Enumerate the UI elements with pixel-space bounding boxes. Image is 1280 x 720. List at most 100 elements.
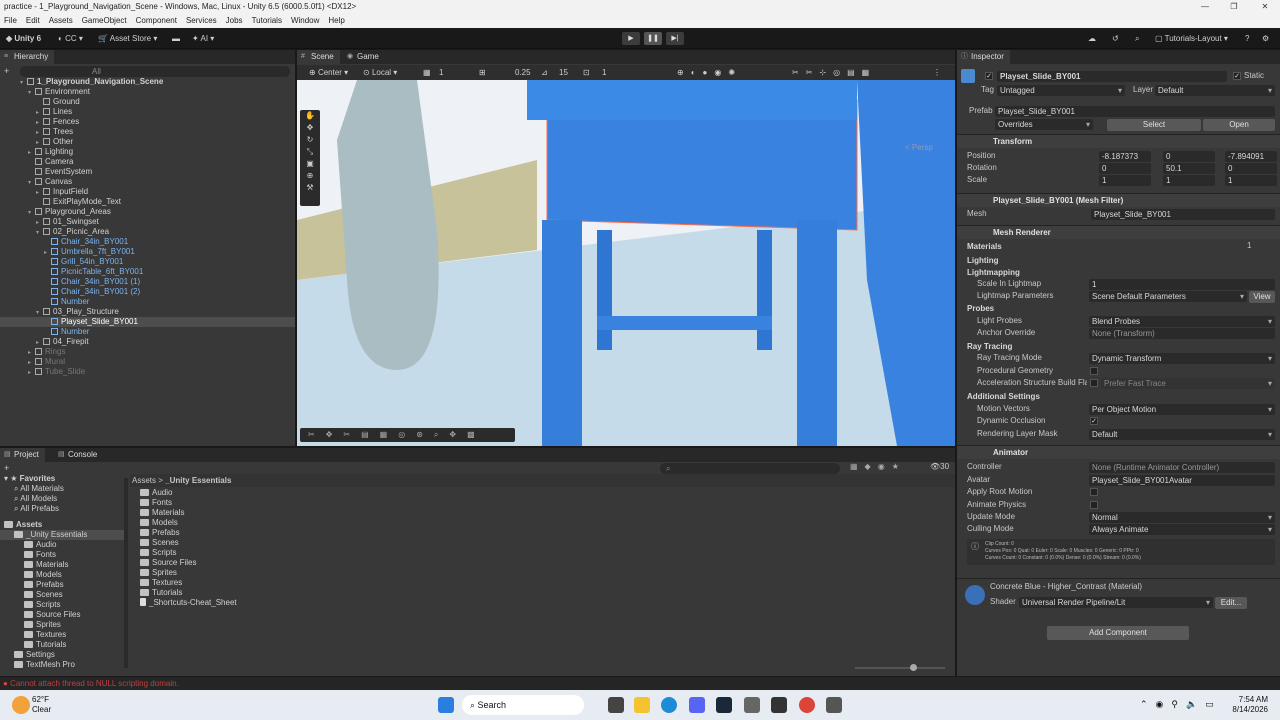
animator-header[interactable]: Animator (957, 445, 1280, 459)
snap-icon[interactable]: ⊞ (479, 66, 486, 79)
history-icon[interactable]: ↺ (1112, 32, 1119, 45)
hierarchy-row[interactable]: ▸ InputField (0, 187, 295, 197)
rotation-x[interactable]: 0 (1099, 163, 1151, 174)
raytracing-label[interactable]: Ray Tracing (967, 342, 1012, 351)
position-z[interactable]: -7.894091 (1225, 151, 1277, 162)
light-probes-dropdown[interactable]: Blend Probes (1089, 316, 1275, 327)
hierarchy-row[interactable]: ▾ Playground_Areas (0, 207, 295, 217)
project-tree-item[interactable]: Fonts (0, 550, 124, 560)
static-checkbox[interactable]: ✓ (1233, 72, 1241, 80)
accel-checkbox[interactable] (1090, 379, 1098, 387)
hierarchy-row[interactable]: Grill_54in_BY001 (0, 257, 295, 267)
hierarchy-row[interactable]: ▸ Fences (0, 117, 295, 127)
tray-icons[interactable]: ⌃◉⚲🔈▭ (1140, 699, 1222, 710)
angle-snap-icon[interactable]: ⊿ (541, 66, 548, 79)
hierarchy-row[interactable]: Chair_34in_BY001 (2) (0, 287, 295, 297)
select-button[interactable]: Select (1107, 119, 1201, 131)
hierarchy-row[interactable]: ▸ Mural (0, 357, 295, 367)
persp-label[interactable]: < Persp (905, 143, 933, 152)
additional-settings-label[interactable]: Additional Settings (967, 392, 1040, 401)
pause-button[interactable]: ❚❚ (644, 32, 662, 45)
scale-snap-icon[interactable]: ⊡ (583, 66, 590, 79)
project-file-item[interactable]: Models (140, 518, 178, 528)
snap-value[interactable]: 0.25 (515, 66, 531, 79)
minimize-icon[interactable]: — (1190, 0, 1220, 14)
hierarchy-row[interactable]: Camera (0, 157, 295, 167)
zoom-slider[interactable] (855, 667, 945, 669)
space-dropdown[interactable]: ⊙ Local ▾ (363, 66, 397, 79)
project-search-input[interactable]: ⌕ (660, 463, 840, 474)
hierarchy-row[interactable]: Playset_Slide_BY001 (0, 317, 295, 327)
shader-dropdown[interactable]: Universal Render Pipeline/Lit (1019, 597, 1213, 608)
project-tree-item[interactable]: _Unity Essentials (0, 530, 124, 540)
expand-arrow-icon[interactable]: ▸ (28, 368, 35, 378)
dynamic-occlusion-checkbox[interactable]: ✓ (1090, 417, 1098, 425)
project-tree-item[interactable]: Assets (0, 520, 124, 530)
hierarchy-row[interactable]: Number (0, 297, 295, 307)
transform-header[interactable]: Transform (957, 134, 1280, 148)
active-checkbox[interactable]: ✓ (985, 72, 993, 80)
project-tree-item[interactable]: Materials (0, 560, 124, 570)
hierarchy-row[interactable]: ▸ Rings (0, 347, 295, 357)
project-tree-item[interactable]: Sprites (0, 620, 124, 630)
avatar-field[interactable]: Playset_Slide_BY001Avatar (1089, 475, 1275, 486)
grid-icon[interactable]: ▦ (423, 66, 431, 79)
tab-console[interactable]: ▤ Console (54, 448, 103, 462)
chrome-icon[interactable] (799, 697, 815, 713)
meshrenderer-header[interactable]: Mesh Renderer (957, 225, 1280, 239)
grid-size[interactable]: 1 (439, 66, 443, 79)
tab-project[interactable]: ▤ Project (0, 448, 45, 462)
proc-geo-checkbox[interactable] (1090, 367, 1098, 375)
create-icon[interactable]: + (4, 463, 9, 473)
culling-mode-dropdown[interactable]: Always Animate (1089, 524, 1275, 535)
tab-game[interactable]: ◉ Game (343, 50, 385, 64)
angle-value[interactable]: 15 (559, 66, 568, 79)
animate-physics-checkbox[interactable] (1090, 501, 1098, 509)
status-message[interactable]: Cannot attach thread to NULL scripting d… (10, 679, 179, 688)
view-button[interactable]: View (1249, 291, 1275, 303)
hierarchy-row[interactable]: Number (0, 327, 295, 337)
start-icon[interactable] (438, 697, 454, 713)
hierarchy-row[interactable]: ▸ Other (0, 137, 295, 147)
hierarchy-row[interactable]: Chair_34in_BY001 (0, 237, 295, 247)
anchor-override-field[interactable]: None (Transform) (1089, 328, 1275, 339)
project-file-item[interactable]: Source Files (140, 558, 196, 568)
probes-label[interactable]: Probes (967, 304, 994, 313)
rotation-z[interactable]: 0 (1225, 163, 1277, 174)
unity-hub-icon[interactable] (744, 697, 760, 713)
project-file-item[interactable]: Materials (140, 508, 184, 518)
favorites-item[interactable]: ⌕ All Materials (14, 484, 64, 494)
transform-tools-icons[interactable]: ✋ ✥ ↻ ⤡ ▣ ⊕ ⚒ (300, 110, 320, 194)
tag-dropdown[interactable]: Untagged (997, 85, 1125, 96)
object-name-field[interactable]: Playset_Slide_BY001 (997, 71, 1227, 82)
asset-store-button[interactable]: 🛒 Asset Store ▾ (98, 32, 157, 45)
steam-icon[interactable] (716, 697, 732, 713)
step-button[interactable]: ▶| (666, 32, 684, 45)
project-filter-icons[interactable]: ▦◆◉★ (850, 462, 906, 471)
hierarchy-row[interactable]: ▸ 01_Swingset (0, 217, 295, 227)
gizmo-options-icons[interactable]: ✂✂⊹◎▤▦ (792, 66, 876, 79)
settings-icon[interactable]: ⚙ (1262, 32, 1269, 45)
project-tree-item[interactable]: Textures (0, 630, 124, 640)
zoom-slider-thumb[interactable] (910, 664, 917, 671)
project-file-item[interactable]: Audio (140, 488, 172, 498)
task-view-icon[interactable] (608, 697, 624, 713)
layer-dropdown[interactable]: Default (1155, 85, 1275, 96)
hierarchy-row[interactable]: ▸ 04_Firepit (0, 337, 295, 347)
maximize-icon[interactable]: ❐ (1219, 0, 1249, 14)
clock[interactable]: 7:54 AM 8/14/2026 (1228, 695, 1268, 715)
tab-hierarchy[interactable]: ≡ Hierarchy (0, 50, 55, 64)
position-y[interactable]: 0 (1163, 151, 1215, 162)
accel-dropdown[interactable]: Prefer Fast Trace (1101, 378, 1275, 389)
project-tree-item[interactable]: Prefabs (0, 580, 124, 590)
hierarchy-row[interactable]: ▸ Umbrella_7ft_BY001 (0, 247, 295, 257)
hierarchy-search-input[interactable]: All (20, 66, 290, 77)
project-tree-item[interactable]: Settings (0, 650, 124, 660)
scene-viewport[interactable]: < Persp (297, 80, 955, 446)
hierarchy-row[interactable]: ▾ Canvas (0, 177, 295, 187)
position-x[interactable]: -8.187373 (1099, 151, 1151, 162)
hierarchy-row[interactable]: ▸ Tube_Slide (0, 367, 295, 377)
tab-scene[interactable]: # Scene (297, 50, 340, 64)
project-file-item[interactable]: _Shortcuts-Cheat_Sheet (140, 598, 237, 608)
taskbar-search[interactable]: ⌕ Search (462, 695, 584, 715)
